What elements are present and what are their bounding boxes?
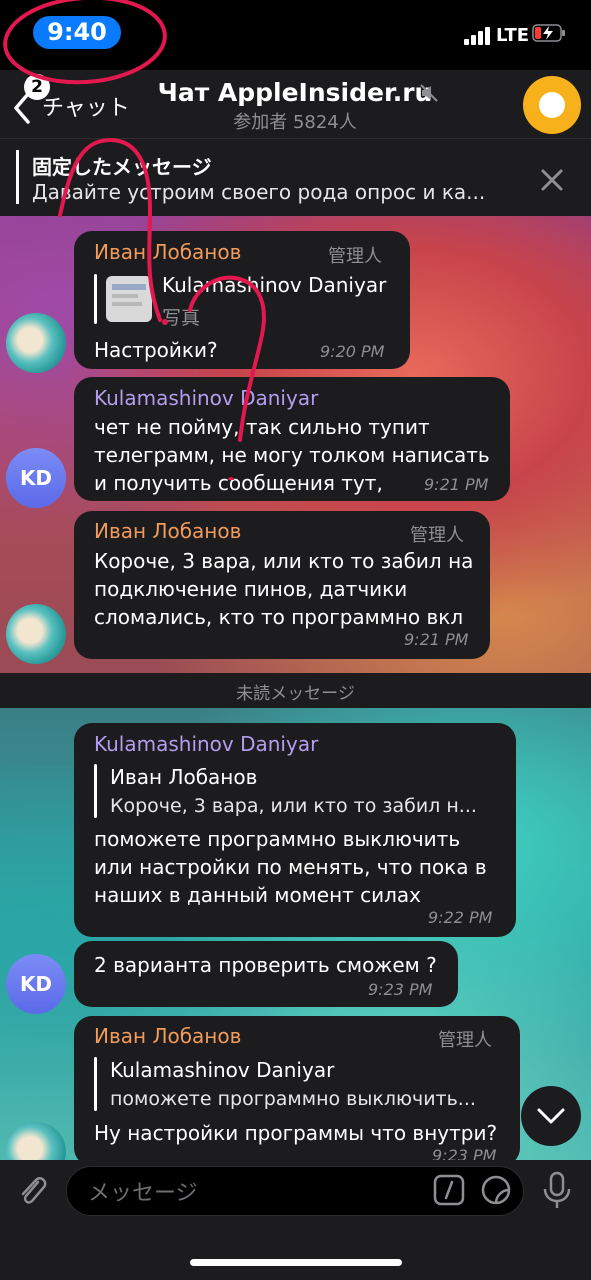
thumbnail-stripe <box>112 284 146 290</box>
avatar[interactable]: KD <box>6 954 66 1014</box>
network-label: LTE <box>496 25 530 46</box>
reply-sender: Kulamashinov Daniyar <box>162 273 387 297</box>
avatar[interactable]: KD <box>6 448 66 508</box>
back-label[interactable]: チャット <box>42 90 130 122</box>
bot-command-icon[interactable] <box>433 1174 465 1206</box>
message-line: и получить сообщения тут, <box>94 471 383 495</box>
scroll-down-button[interactable] <box>521 1086 581 1146</box>
chevron-down-icon <box>537 1108 565 1124</box>
message-time: 9:21 PM <box>404 630 469 649</box>
message-time: 9:23 PM <box>368 980 433 999</box>
reply-text: поможете программно выключить... <box>110 1088 476 1110</box>
message-line: поможете программно выключить <box>94 827 461 851</box>
mute-icon <box>420 84 438 102</box>
unread-divider-label: 未読メッセージ <box>236 684 355 704</box>
sender-name[interactable]: Иван Лобанов <box>94 1024 241 1048</box>
pinned-title: 固定したメッセージ <box>32 155 212 179</box>
member-count: 参加者 5824人 <box>233 112 357 133</box>
message-time: 9:20 PM <box>320 342 385 361</box>
reply-quote-bar <box>94 764 97 818</box>
chat-title[interactable]: Чат AppleInsider.ru <box>150 78 440 107</box>
admin-tag: 管理人 <box>328 246 382 267</box>
message-line: наших в данный момент силах <box>94 883 422 907</box>
message-line: сломались, кто то программно вкл <box>94 605 464 629</box>
thumbnail-stripe <box>112 302 142 306</box>
battery-icon <box>532 24 565 42</box>
reply-quote-bar <box>94 1057 97 1111</box>
signal-icon <box>464 27 490 45</box>
admin-tag: 管理人 <box>410 525 464 546</box>
reply-thumbnail <box>106 276 152 322</box>
message-line: чет не пойму, так сильно тупит <box>94 415 430 439</box>
paperclip-icon[interactable] <box>16 1172 50 1210</box>
microphone-icon[interactable] <box>540 1170 574 1210</box>
message-text: Ну настройки программы что внутри? <box>94 1121 498 1145</box>
reply-sender: Kulamashinov Daniyar <box>110 1058 335 1082</box>
message-line: подключение пинов, датчики <box>94 577 408 601</box>
message-time: 9:22 PM <box>428 908 493 927</box>
thumbnail-stripe <box>112 294 138 298</box>
avatar[interactable] <box>6 313 66 373</box>
pinned-text: Давайте устроим своего рода опрос и ка..… <box>32 180 486 204</box>
status-time: 9:40 <box>47 18 107 46</box>
sender-name[interactable]: Kulamashinov Daniyar <box>94 732 318 756</box>
sticker-icon[interactable] <box>480 1174 512 1206</box>
message-line: или настройки по менять, что пока в <box>94 855 487 879</box>
message-line: телеграмм, не могу толком написать <box>94 443 490 467</box>
admin-tag: 管理人 <box>438 1030 492 1051</box>
home-indicator <box>190 1259 402 1266</box>
message-text: 2 варианта проверить сможем ? <box>94 953 437 977</box>
reply-text: Короче, 3 вара, или кто то забил н... <box>110 795 477 817</box>
reply-quote-bar <box>94 274 97 324</box>
pinned-indicator <box>16 150 19 204</box>
reply-sender: Иван Лобанов <box>110 765 258 789</box>
message-line: Короче, 3 вара, или кто то забил на <box>94 549 474 573</box>
message-input-placeholder: メッセージ <box>88 1181 198 1206</box>
sender-name[interactable]: Иван Лобанов <box>94 240 241 264</box>
sender-name[interactable]: Иван Лобанов <box>94 519 241 543</box>
avatar[interactable] <box>6 604 66 664</box>
message-text: Настройки? <box>94 338 218 362</box>
reply-text: 写真 <box>162 307 201 329</box>
message-time: 9:21 PM <box>424 475 489 494</box>
chat-avatar-logo <box>539 92 565 118</box>
close-icon[interactable] <box>538 166 566 194</box>
sender-name[interactable]: Kulamashinov Daniyar <box>94 386 318 410</box>
